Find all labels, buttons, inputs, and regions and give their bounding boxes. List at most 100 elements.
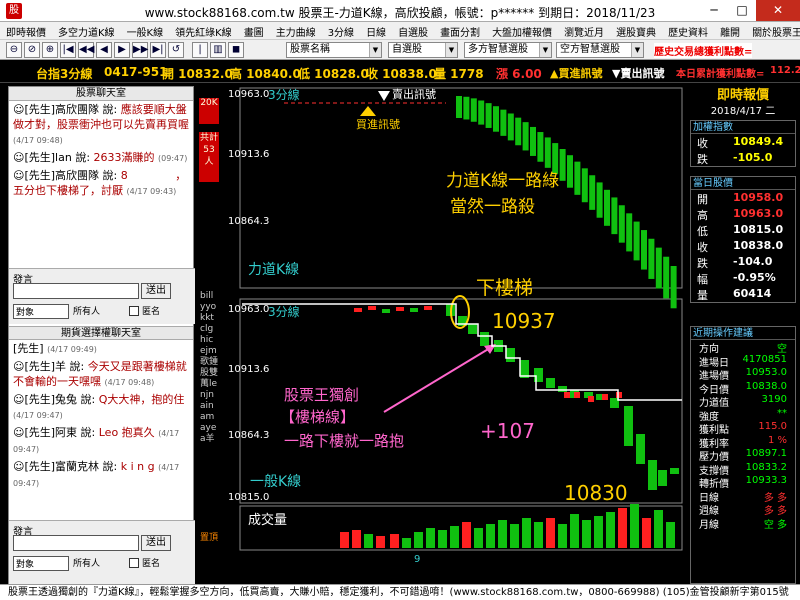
recipient-select[interactable]: 對象 bbox=[13, 304, 69, 319]
chevron-down-icon: ▼ bbox=[539, 43, 551, 57]
quote-key: 跌 bbox=[697, 153, 708, 166]
menu-item-11[interactable]: 瀏覽近月 bbox=[558, 22, 610, 39]
chat-panel: 股票聊天室 ☺[先生]高欣團隊 說: 應該要順大盤做才對，股票衝沖也可以先賣再買… bbox=[8, 86, 195, 586]
power-tick-0: 10963.0 bbox=[228, 89, 269, 100]
long-picker-select[interactable]: 多方智慧選股 ▼ bbox=[464, 42, 552, 58]
prev-icon[interactable]: ◀ bbox=[96, 42, 112, 58]
sell-signal-legend: ▼賣出訊號 bbox=[612, 67, 665, 80]
quote-row: 日線多 多 bbox=[691, 489, 795, 504]
zoom-out-icon[interactable]: ⊖ bbox=[6, 42, 22, 58]
menu-item-14[interactable]: 離開 bbox=[714, 22, 746, 39]
chat-timestamp: (4/17 09:48) bbox=[104, 378, 155, 387]
online-count-tag: 共計53人 bbox=[199, 132, 219, 182]
pin-top-button[interactable]: 置頂 bbox=[200, 530, 224, 550]
watchlist-select-value: 自選股 bbox=[392, 44, 422, 55]
price-candle bbox=[658, 470, 667, 486]
quote-row: 收 10838.0 bbox=[691, 238, 795, 254]
price-candle bbox=[480, 332, 489, 346]
menu-item-4[interactable]: 畫圖 bbox=[238, 22, 270, 39]
menu-item-7[interactable]: 日線 bbox=[360, 22, 392, 39]
power-k-candle bbox=[552, 143, 559, 175]
last-icon[interactable]: ▶| bbox=[150, 42, 166, 58]
volume-bar bbox=[364, 534, 373, 548]
menu-item-13[interactable]: 歷史資料 bbox=[662, 22, 714, 39]
stock-chat-input[interactable] bbox=[13, 283, 139, 299]
menu-item-12[interactable]: 選股寶典 bbox=[610, 22, 662, 39]
stair-annotation-1: 股票王獨創 bbox=[284, 386, 359, 404]
menu-item-5[interactable]: 主力曲線 bbox=[270, 22, 322, 39]
recipient-select-2[interactable]: 對象 bbox=[13, 556, 69, 571]
price-candle bbox=[506, 348, 515, 362]
power-k-candle bbox=[604, 189, 610, 226]
volume-bar bbox=[522, 518, 531, 548]
volume-bar bbox=[582, 520, 591, 548]
stair-annotation-2: 【樓梯線】 bbox=[280, 408, 355, 426]
forward-icon[interactable]: ▶▶ bbox=[132, 42, 148, 58]
futures-chat-input[interactable] bbox=[13, 535, 139, 551]
refresh-icon[interactable]: ↺ bbox=[168, 42, 184, 58]
price-candle bbox=[602, 394, 608, 400]
stock-chat-send-button[interactable]: 送出 bbox=[141, 283, 171, 299]
menu-item-9[interactable]: 畫面分割 bbox=[434, 22, 486, 39]
user-list[interactable]: billyyokktclghicejm歌鍾股雙萬lenjnainamayea羊 bbox=[200, 291, 218, 445]
menu-item-0[interactable]: 即時報價 bbox=[0, 22, 52, 39]
minimize-button[interactable]: ─ bbox=[700, 0, 728, 21]
quote-row: 轉折價 10933.3 bbox=[691, 475, 795, 490]
first-icon[interactable]: |◀ bbox=[60, 42, 76, 58]
menu-item-8[interactable]: 自選股 bbox=[392, 22, 434, 39]
menu-item-1[interactable]: 多空力道K線 bbox=[52, 22, 121, 39]
zoom-in-icon[interactable]: ⊕ bbox=[42, 42, 58, 58]
maximize-button[interactable]: □ bbox=[728, 0, 756, 21]
chart-canvas[interactable]: 10963.0 10913.6 10864.3 10963.0 10913.6 … bbox=[224, 86, 686, 566]
quote-key: 跌 bbox=[697, 257, 708, 270]
menu-item-3[interactable]: 領先紅綠K線 bbox=[169, 22, 238, 39]
ruler-icon[interactable]: | bbox=[192, 42, 208, 58]
bar-icon[interactable]: ▥ bbox=[210, 42, 226, 58]
futures-chat-messages[interactable]: [先生] (4/17 09:49) ☺[先生]羊 說: 今天又是跟著樓梯就不會輸的… bbox=[9, 340, 193, 520]
menu-item-10[interactable]: 大盤加權報價 bbox=[486, 22, 558, 39]
title-bar: 股 www.stock88168.com.tw 股票王-力道K線，高欣投顧，帳號… bbox=[0, 0, 800, 22]
menu-item-6[interactable]: 3分線 bbox=[322, 22, 360, 39]
next-icon[interactable]: ▶ bbox=[114, 42, 130, 58]
power-k-annotation-1: 力道K線一路綠 bbox=[446, 171, 559, 191]
chat-message: ☺[先生]兔兔 說: Q大大神，抱的住 (4/17 09:47) bbox=[9, 391, 193, 424]
anonymous-checkbox-2[interactable] bbox=[129, 558, 139, 568]
chart-area[interactable]: 10963.0 10913.6 10864.3 10963.0 10913.6 … bbox=[224, 86, 686, 566]
anonymous-checkbox[interactable] bbox=[129, 306, 139, 316]
power-k-candle bbox=[478, 100, 485, 125]
quote-row: 進場日 4170851 bbox=[691, 354, 795, 369]
menu-item-15[interactable]: 關於股票王 bbox=[746, 22, 800, 39]
rewind-icon[interactable]: ◀◀ bbox=[78, 42, 94, 58]
stock-name-select-value: 股票名稱 bbox=[290, 44, 330, 55]
power-k-candle bbox=[596, 182, 603, 218]
menu-item-2[interactable]: 一般K線 bbox=[121, 22, 170, 39]
close-button[interactable]: ✕ bbox=[756, 0, 800, 21]
stop-icon[interactable]: ◼ bbox=[228, 42, 244, 58]
chart-name: 台指3分線 bbox=[36, 67, 93, 81]
volume-bar bbox=[376, 536, 385, 548]
power-k-candle bbox=[559, 149, 566, 181]
quote-row: 低 10815.0 bbox=[691, 222, 795, 238]
everyone-label-2: 所有人 bbox=[73, 559, 101, 569]
quote-key: 收 bbox=[697, 137, 708, 150]
watchlist-select[interactable]: 自選股 ▼ bbox=[388, 42, 458, 58]
quote-row: 力道值 3190 bbox=[691, 394, 795, 409]
power-k-candle bbox=[633, 221, 640, 261]
profit-value: 112.2 bbox=[770, 65, 800, 76]
quote-value: -105.0 bbox=[733, 151, 773, 164]
power-k-candle bbox=[463, 96, 470, 120]
volume-label: 成交量 bbox=[248, 512, 287, 528]
stock-name-select[interactable]: 股票名稱 ▼ bbox=[286, 42, 382, 58]
power-k-candle bbox=[485, 103, 492, 128]
futures-chat-send-button[interactable]: 送出 bbox=[141, 535, 171, 551]
short-picker-select-value: 空方智慧選股 bbox=[560, 44, 620, 55]
price-candle bbox=[564, 392, 570, 398]
stock-chat-messages[interactable]: ☺[先生]高欣團隊 說: 應該要順大盤做才對，股票衝沖也可以先賣再買喔 (4/1… bbox=[9, 101, 193, 267]
anonymous-label-2: 匿名 bbox=[142, 559, 161, 569]
short-picker-select[interactable]: 空方智慧選股 ▼ bbox=[556, 42, 644, 58]
normal-k-label: 一般K線 bbox=[250, 474, 301, 490]
stock-chat-header: 股票聊天室 bbox=[9, 87, 193, 101]
chat-timestamp: (4/17 09:48) bbox=[13, 136, 63, 145]
price-candle bbox=[558, 386, 567, 392]
zoom-reset-icon[interactable]: ⊘ bbox=[24, 42, 40, 58]
